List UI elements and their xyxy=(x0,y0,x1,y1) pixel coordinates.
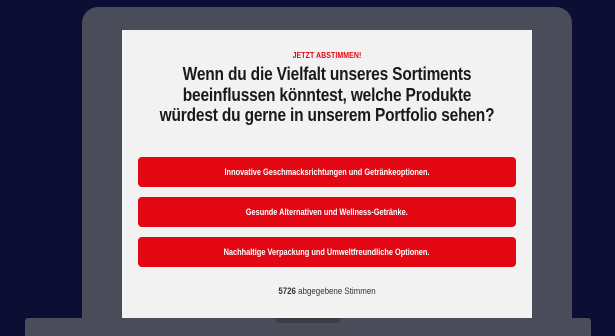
poll-option-label: Gesunde Alternativen und Wellness-Geträn… xyxy=(245,207,409,217)
poll-option-button[interactable]: Nachhaltige Verpackung und Umweltfreundl… xyxy=(138,237,516,267)
poll-options: Innovative Geschmacksrichtungen und Getr… xyxy=(138,157,516,277)
vote-count-text: 5726 abgegebene Stimmen xyxy=(147,286,508,296)
vote-count-label: abgegebene Stimmen xyxy=(298,286,376,296)
poll-question-line: beeinflussen könntest, welche Produkte xyxy=(182,84,472,105)
poll-screen: JETZT ABSTIMMEN! Wenn du die Vielfalt un… xyxy=(122,30,532,318)
laptop-base xyxy=(25,318,591,336)
poll-option-button[interactable]: Innovative Geschmacksrichtungen und Getr… xyxy=(138,157,516,187)
vote-count-number: 5726 xyxy=(278,286,296,296)
poll-option-label: Innovative Geschmacksrichtungen und Getr… xyxy=(224,167,430,177)
poll-option-button[interactable]: Gesunde Alternativen und Wellness-Geträn… xyxy=(138,197,516,227)
poll-question-line: würdest du gerne in unserem Portfolio se… xyxy=(159,105,495,125)
poll-question-line: Wenn du die Vielfalt unseres Sortiments xyxy=(182,64,472,84)
laptop-base-notch xyxy=(275,318,341,323)
poll-kicker: JETZT ABSTIMMEN! xyxy=(292,50,362,60)
poll-option-label: Nachhaltige Verpackung und Umweltfreundl… xyxy=(224,247,430,257)
poll-question: Wenn du die Vielfalt unseres Sortiments … xyxy=(122,64,532,126)
